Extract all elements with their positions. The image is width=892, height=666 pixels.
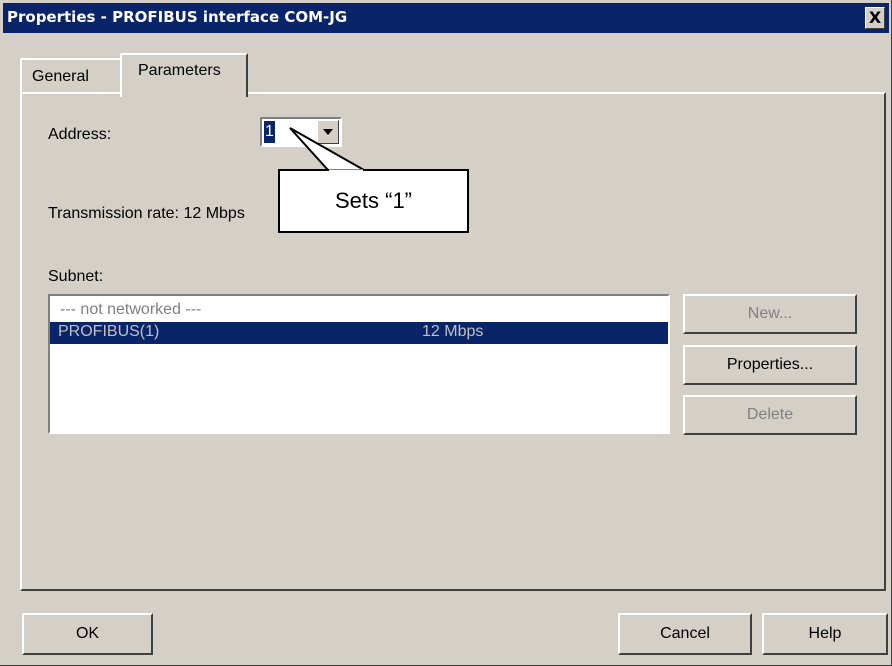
callout-pointer: [289, 127, 368, 173]
properties-dialog: Properties - PROFIBUS interface COM-JG X…: [0, 0, 892, 666]
